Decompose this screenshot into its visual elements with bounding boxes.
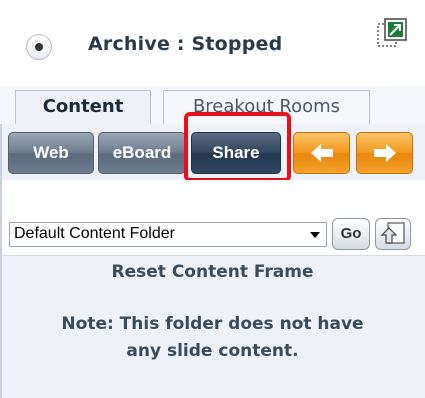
tab-content[interactable]: Content	[15, 90, 151, 125]
eboard-button[interactable]: eBoard	[98, 132, 186, 174]
reset-content-frame-label: Reset Content Frame	[111, 262, 314, 282]
archive-status-label: Archive : Stopped	[88, 33, 283, 55]
archive-bar: Archive : Stopped	[0, 0, 425, 86]
web-button[interactable]: Web	[8, 132, 94, 174]
content-panel: Archive : Stopped Content Breakout Rooms…	[0, 0, 425, 398]
share-highlight-box	[184, 112, 291, 182]
arrow-left-icon	[310, 144, 333, 162]
note-area: Note: This folder does not have any slid…	[0, 289, 425, 398]
upload-icon	[380, 222, 405, 244]
popout-window-icon[interactable]	[375, 17, 409, 49]
upload-button[interactable]	[375, 218, 411, 250]
content-folder-selected: Default Content Folder	[14, 225, 175, 242]
arrow-right-icon	[373, 144, 396, 162]
content-folder-select[interactable]: Default Content Folder	[9, 222, 327, 247]
radio-dot	[35, 43, 43, 51]
folder-row: Default Content Folder Go	[0, 180, 425, 255]
panel-left-border	[0, 124, 2, 398]
chevron-down-icon	[310, 232, 320, 238]
reset-content-frame[interactable]: Reset Content Frame	[0, 255, 425, 290]
go-button[interactable]: Go	[332, 218, 370, 250]
archive-radio-button[interactable]	[26, 34, 52, 60]
forward-button[interactable]	[356, 132, 413, 174]
empty-folder-note: Note: This folder does not have any slid…	[0, 311, 425, 365]
back-button[interactable]	[293, 132, 350, 174]
note-line-1: Note: This folder does not have	[61, 314, 364, 334]
note-line-2: any slide content.	[126, 341, 299, 361]
